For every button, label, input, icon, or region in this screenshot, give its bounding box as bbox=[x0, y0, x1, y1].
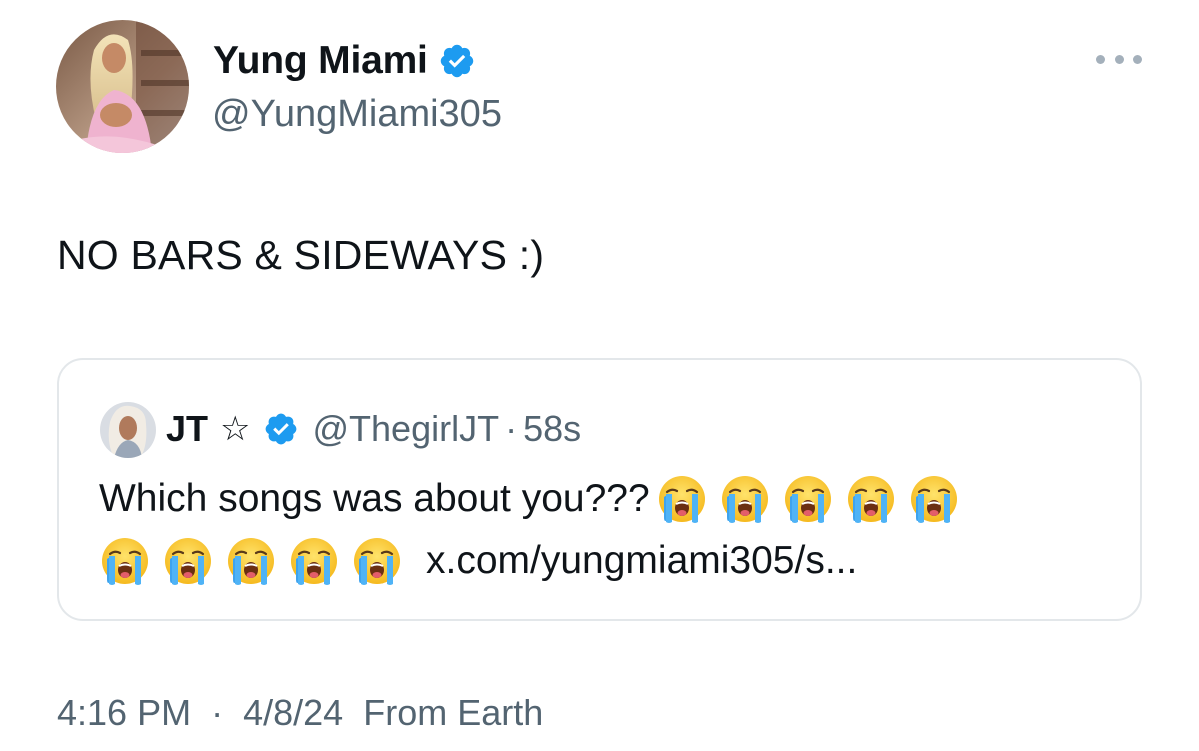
loudly-crying-face-icon bbox=[288, 535, 340, 587]
loudly-crying-face-icon bbox=[656, 473, 708, 525]
loudly-crying-face-icon bbox=[908, 473, 960, 525]
loudly-crying-face-icon bbox=[351, 535, 403, 587]
more-horizontal-icon[interactable] bbox=[1096, 48, 1142, 70]
quoted-author-avatar[interactable] bbox=[100, 402, 156, 458]
quoted-link[interactable]: x.com/yungmiami305/s... bbox=[426, 539, 857, 583]
verified-badge-icon[interactable] bbox=[438, 42, 476, 80]
dot-separator: · bbox=[505, 408, 518, 449]
loudly-crying-face-icon bbox=[845, 473, 897, 525]
emoji-group-line2 bbox=[99, 535, 414, 587]
loudly-crying-face-icon bbox=[782, 473, 834, 525]
quoted-tweet-header: JT ☆ @ThegirlJT · 58s bbox=[166, 400, 581, 458]
quoted-text-line: x.com/yungmiami305/s... bbox=[99, 532, 857, 590]
quoted-tweet-card[interactable]: JT ☆ @ThegirlJT · 58s Which songs was ab… bbox=[57, 358, 1142, 621]
tweet-detail: Yung Miami @YungMiami305 NO BARS & SIDEW… bbox=[0, 0, 1199, 751]
quoted-display-name[interactable]: JT bbox=[166, 408, 208, 450]
loudly-crying-face-icon bbox=[162, 535, 214, 587]
more-dot bbox=[1133, 54, 1142, 64]
tweet-date[interactable]: 4/8/24 bbox=[243, 692, 343, 733]
quoted-handle[interactable]: @ThegirlJT bbox=[313, 408, 500, 450]
loudly-crying-face-icon bbox=[99, 535, 151, 587]
quoted-text-line: Which songs was about you??? bbox=[99, 470, 971, 528]
loudly-crying-face-icon bbox=[719, 473, 771, 525]
author-handle[interactable]: @YungMiami305 bbox=[212, 93, 502, 136]
tweet-source: From Earth bbox=[363, 692, 544, 733]
verified-badge-icon bbox=[263, 411, 299, 447]
tweet-text: NO BARS & SIDEWAYS :) bbox=[57, 232, 545, 278]
emoji-group-line1 bbox=[656, 473, 971, 525]
dot-separator: · bbox=[211, 692, 224, 733]
author-name-row[interactable]: Yung Miami bbox=[213, 32, 476, 90]
more-dot bbox=[1114, 54, 1124, 64]
loudly-crying-face-icon bbox=[225, 535, 277, 587]
author-display-name[interactable]: Yung Miami bbox=[213, 39, 428, 83]
star-icon: ☆ bbox=[220, 409, 251, 449]
quoted-timestamp[interactable]: 58s bbox=[523, 408, 581, 450]
tweet-meta: 4:16 PM · 4/8/24 From Earth bbox=[57, 692, 543, 734]
more-dot bbox=[1096, 54, 1105, 64]
author-avatar[interactable] bbox=[56, 20, 189, 153]
tweet-time[interactable]: 4:16 PM bbox=[57, 692, 191, 733]
quoted-text: Which songs was about you??? bbox=[99, 477, 650, 520]
